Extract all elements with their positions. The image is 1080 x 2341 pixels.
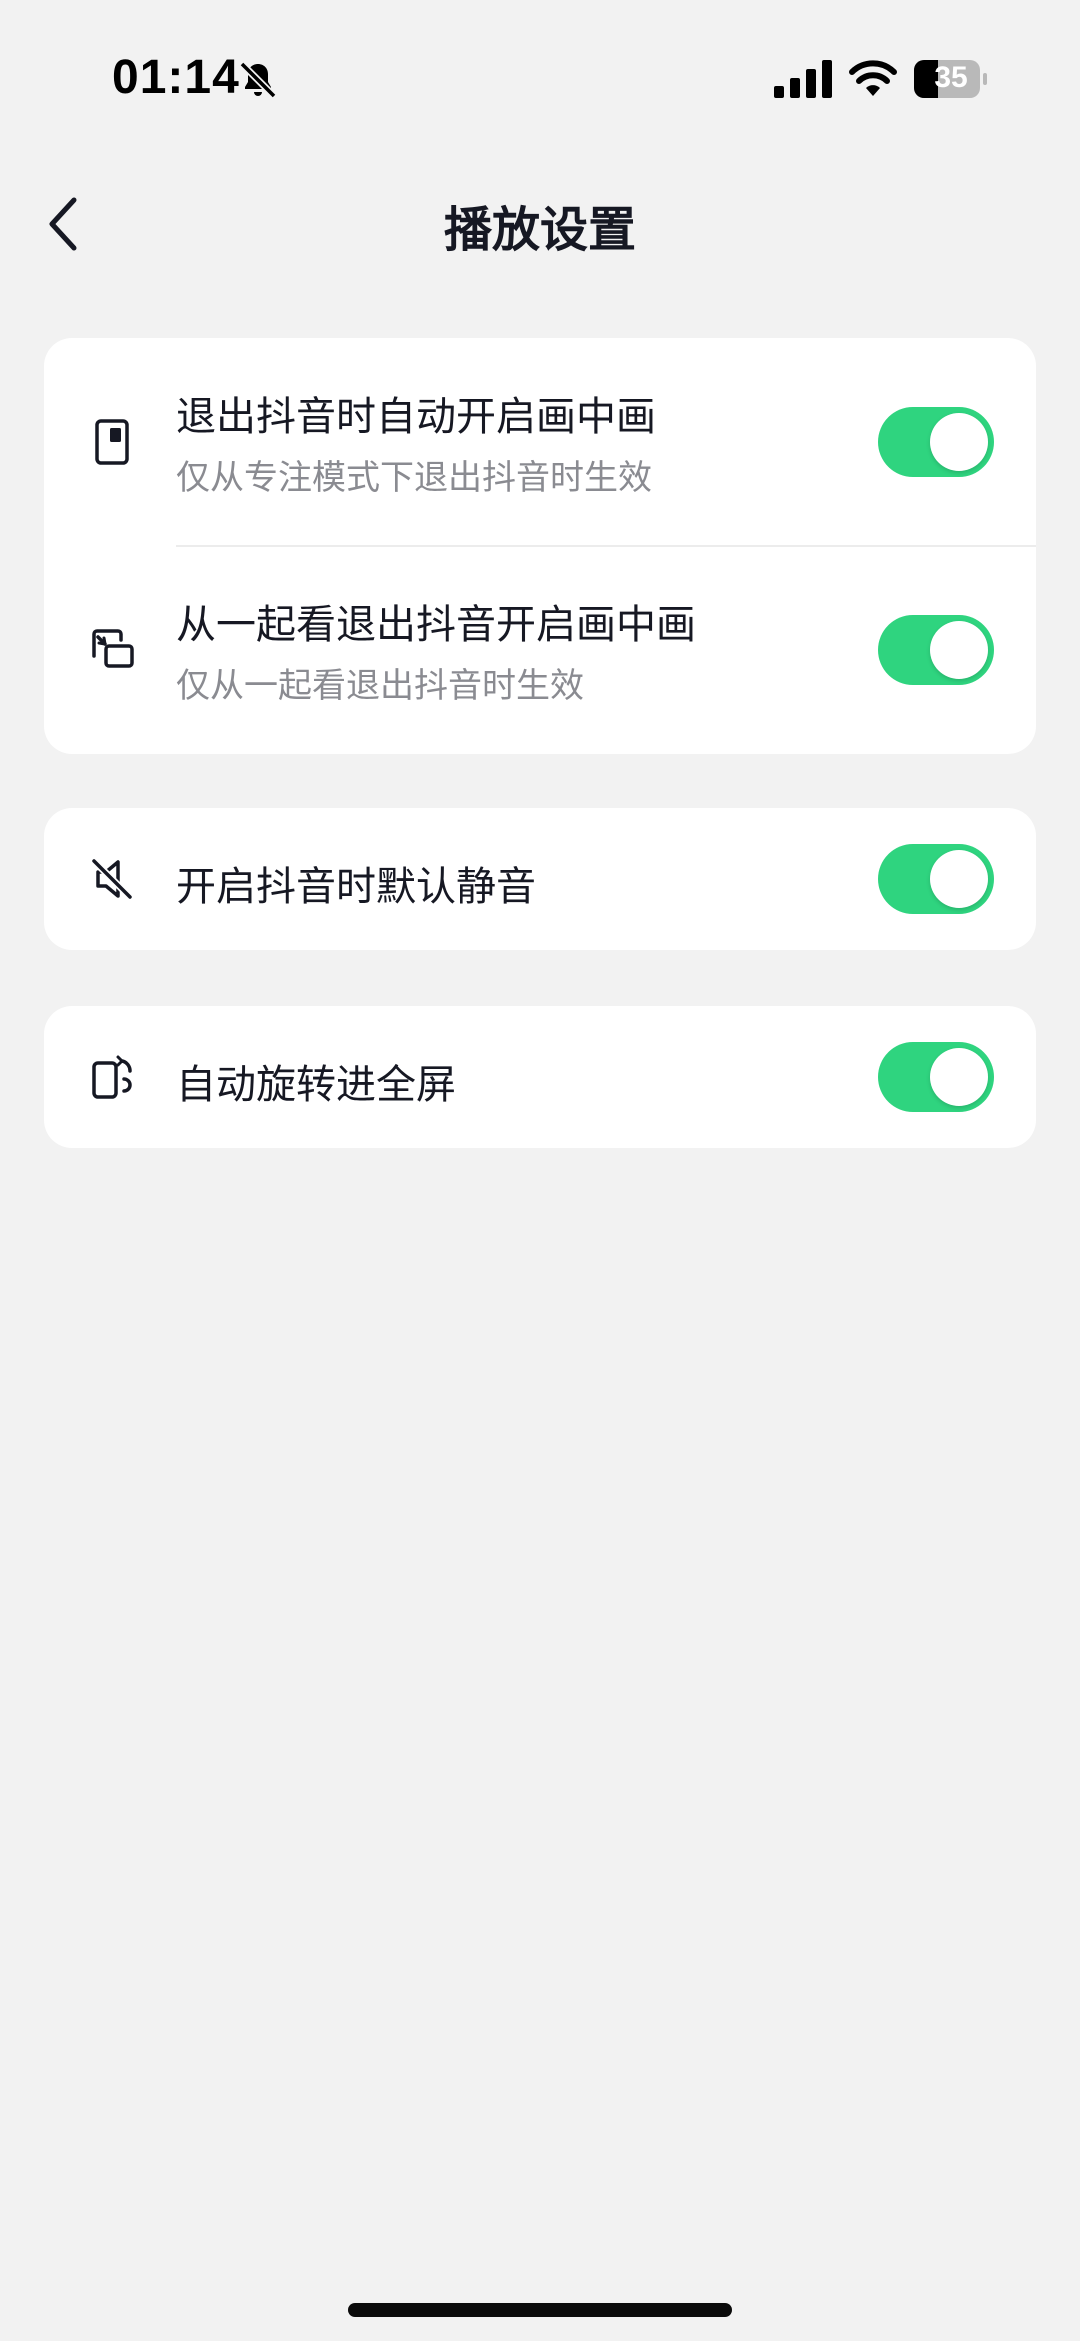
status-bar: 01:14 35 — [0, 0, 1080, 160]
speaker-muted-icon — [91, 858, 133, 900]
setting-row-mute-default: 开启抖音时默认静音 — [44, 808, 1036, 950]
setting-row-pip-auto: 退出抖音时自动开启画中画 仅从专注模式下退出抖音时生效 — [44, 338, 1036, 546]
setting-title: 退出抖音时自动开启画中画 — [176, 394, 656, 440]
bell-off-icon — [239, 61, 277, 99]
wifi-icon — [849, 60, 897, 96]
home-indicator[interactable] — [348, 2303, 732, 2317]
mute-default-toggle[interactable] — [878, 844, 994, 914]
setting-subtitle: 仅从一起看退出抖音时生效 — [176, 666, 584, 706]
setting-subtitle: 仅从专注模式下退出抖音时生效 — [176, 458, 652, 498]
signal-icon — [774, 60, 832, 98]
setting-title: 开启抖音时默认静音 — [176, 864, 536, 910]
pip-settings-card: 退出抖音时自动开启画中画 仅从专注模式下退出抖音时生效 从一起看退出抖音开启画中… — [44, 338, 1036, 754]
picture-in-picture-icon — [95, 419, 129, 465]
toggle-knob — [930, 850, 988, 908]
mute-settings-card: 开启抖音时默认静音 — [44, 808, 1036, 950]
setting-title: 自动旋转进全屏 — [176, 1062, 456, 1108]
rotate-phone-icon — [92, 1055, 132, 1099]
pip-auto-toggle[interactable] — [878, 407, 994, 477]
toggle-knob — [930, 413, 988, 471]
page-title: 播放设置 — [443, 202, 636, 258]
rotate-settings-card: 自动旋转进全屏 — [44, 1006, 1036, 1148]
setting-title: 从一起看退出抖音开启画中画 — [176, 602, 696, 648]
auto-rotate-toggle[interactable] — [878, 1042, 994, 1112]
setting-row-pip-watch-together: 从一起看退出抖音开启画中画 仅从一起看退出抖音时生效 — [44, 546, 1036, 754]
toggle-knob — [930, 621, 988, 679]
pip-watch-together-toggle[interactable] — [878, 615, 994, 685]
setting-row-auto-rotate: 自动旋转进全屏 — [44, 1006, 1036, 1148]
toggle-knob — [930, 1048, 988, 1106]
window-switch-icon — [92, 629, 134, 668]
status-time: 01:14 — [112, 51, 240, 104]
battery-level: 35 — [934, 61, 968, 94]
